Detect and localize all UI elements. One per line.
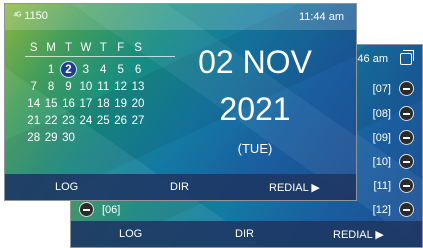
calendar-day[interactable]: 1: [42, 64, 59, 76]
redial-softkey[interactable]: REDIAL ▶: [333, 228, 384, 241]
weekday-label: F: [117, 42, 125, 54]
extension-info: ⁴ᴳ 1150: [13, 10, 48, 22]
calendar-day[interactable]: 26: [112, 115, 129, 127]
calendar-day[interactable]: 25: [95, 115, 112, 127]
memory-key-12[interactable]: [12]: [373, 202, 414, 217]
calendar-day[interactable]: 24: [77, 115, 94, 127]
calendar-weekday-header: S M T W T F S: [25, 42, 175, 54]
dir-softkey[interactable]: DIR: [170, 181, 189, 193]
date-day-month: 02 NOV: [198, 44, 312, 80]
calendar-day[interactable]: 3: [77, 64, 94, 76]
weekday-label: W: [80, 42, 92, 54]
front-phone-screen: ⁴ᴳ 1150 11:44 am S M T W T F S 123456789…: [4, 3, 357, 201]
calendar-week-row: 123456: [25, 61, 175, 78]
minus-icon[interactable]: [79, 202, 94, 217]
calendar-week-row: 28 29 30: [25, 129, 175, 146]
memory-key-10[interactable]: [10]: [373, 154, 414, 169]
network-4g-icon: ⁴ᴳ: [13, 10, 21, 22]
calendar-day[interactable]: 15: [42, 98, 59, 110]
memory-key-06[interactable]: [06]: [79, 202, 120, 217]
calendar-day[interactable]: 20: [129, 98, 146, 110]
calendar-day[interactable]: 19: [112, 98, 129, 110]
calendar-body: 1 2 3 4 5 6 7 8 9 10 11 12 13 14 15 16 17 18 19 20 21 22 23 24 2…: [25, 61, 175, 146]
calendar-day[interactable]: 13: [129, 81, 146, 93]
date-year: 2021: [219, 91, 291, 127]
date-weekday: (TUE): [237, 141, 273, 156]
memory-key-label: [09]: [372, 131, 391, 144]
weekday-label: S: [134, 42, 142, 54]
memory-key-07[interactable]: [07]: [373, 81, 414, 96]
log-softkey[interactable]: LOG: [55, 181, 78, 193]
status-time: 11:44 am: [298, 11, 344, 23]
calendar-day[interactable]: 8: [42, 81, 59, 93]
copy-icon[interactable]: [400, 50, 414, 65]
calendar-day[interactable]: 2: [59, 61, 77, 78]
memory-key-09[interactable]: [09]: [373, 130, 414, 145]
calendar-day[interactable]: 14: [25, 98, 42, 110]
weekday-label: T: [99, 42, 107, 54]
log-softkey[interactable]: LOG: [119, 228, 142, 240]
memory-key-label: [06]: [102, 203, 121, 216]
calendar-day[interactable]: 16: [60, 98, 77, 110]
calendar-day[interactable]: 29: [42, 132, 59, 144]
calendar-day[interactable]: 10: [77, 81, 94, 93]
minus-icon[interactable]: [399, 130, 414, 145]
calendar-day[interactable]: 30: [60, 132, 77, 144]
calendar-day[interactable]: 7: [25, 81, 42, 93]
minus-icon[interactable]: [399, 154, 414, 169]
memory-key-label: [08]: [372, 107, 391, 120]
calendar-day[interactable]: 27: [129, 115, 146, 127]
memory-key-label: [12]: [372, 203, 391, 216]
calendar-week-row: 21 22 23 24 25 26 27: [25, 112, 175, 129]
calendar: S M T W T F S 1 2 3 4 5 6 7 8 9 10 11 12 13 14 15 16 17 1…: [25, 42, 175, 146]
calendar-day[interactable]: 4: [95, 64, 112, 76]
calendar-divider: [25, 56, 175, 57]
memory-key-label: [11]: [373, 179, 391, 192]
calendar-day[interactable]: 11: [95, 81, 112, 93]
calendar-selected-day[interactable]: 2: [59, 61, 77, 78]
memory-key-label: [07]: [372, 82, 391, 95]
calendar-day[interactable]: 28: [25, 132, 42, 144]
calendar-week-row: 14 15 16 17 18 19 20: [25, 95, 175, 112]
memory-key-label: [10]: [372, 155, 391, 168]
calendar-day[interactable]: 18: [95, 98, 112, 110]
calendar-day[interactable]: 6: [129, 64, 146, 76]
weekday-label: S: [29, 42, 38, 54]
status-time: 46 am: [357, 53, 388, 65]
calendar-day[interactable]: 12: [112, 81, 129, 93]
memory-key-11[interactable]: [11]: [373, 178, 414, 193]
redial-softkey[interactable]: REDIAL ▶: [269, 181, 320, 194]
calendar-week-row: 7 8 9 10 11 12 13: [25, 78, 175, 95]
calendar-day[interactable]: 23: [60, 115, 77, 127]
calendar-day[interactable]: 9: [60, 81, 77, 93]
softkey-bar: LOG DIR REDIAL ▶: [5, 174, 356, 200]
calendar-day[interactable]: 22: [42, 115, 59, 127]
extension-number: 1150: [24, 10, 48, 22]
memory-key-08[interactable]: [08]: [373, 106, 414, 121]
minus-icon[interactable]: [399, 106, 414, 121]
calendar-day[interactable]: 5: [112, 64, 129, 76]
minus-icon[interactable]: [399, 202, 414, 217]
softkey-bar: LOG DIR REDIAL ▶: [71, 221, 422, 247]
minus-icon[interactable]: [399, 178, 414, 193]
calendar-day[interactable]: 21: [25, 115, 42, 127]
weekday-label: M: [46, 42, 56, 54]
dir-softkey[interactable]: DIR: [235, 228, 254, 240]
minus-icon[interactable]: [399, 81, 414, 96]
weekday-label: T: [64, 42, 72, 54]
calendar-day[interactable]: 17: [77, 98, 94, 110]
